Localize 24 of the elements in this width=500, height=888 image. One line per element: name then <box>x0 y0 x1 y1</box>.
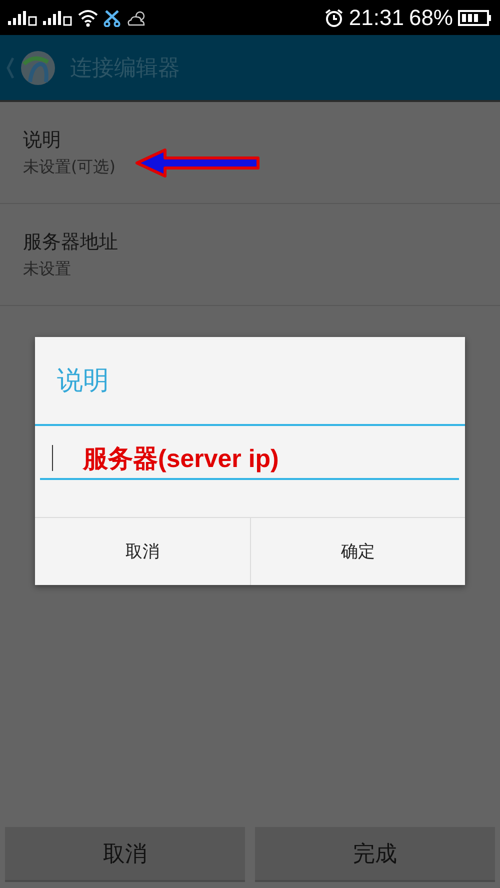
battery-percentage: 68% <box>408 4 453 30</box>
battery-icon <box>458 8 492 26</box>
wifi-icon <box>78 8 98 26</box>
bottom-button[interactable]: 完成 <box>255 827 495 882</box>
dialog-button[interactable]: 取消 <box>35 518 250 585</box>
settings-item[interactable]: 说明 未设置(可选) <box>0 102 500 204</box>
clock-time: 21:31 <box>348 4 404 30</box>
setting-summary: 未设置 <box>23 259 72 280</box>
signal-icon <box>8 10 38 26</box>
scissors-icon <box>103 8 121 26</box>
setting-title: 服务器地址 <box>23 230 118 255</box>
signal-icon <box>43 10 73 26</box>
globe-logo-icon <box>20 50 56 86</box>
dialog-title: 说明 <box>35 337 465 426</box>
input-field[interactable]: 服务器(server ip) <box>40 438 459 480</box>
annotation-text: 服务器(server ip) <box>83 444 279 474</box>
text-cursor <box>52 445 53 471</box>
settings-item[interactable]: 服务器地址 未设置 <box>0 204 500 306</box>
setting-title: 说明 <box>23 128 62 153</box>
dialog-button[interactable]: 确定 <box>250 518 465 585</box>
back-chevron-icon[interactable] <box>6 56 14 78</box>
setting-summary: 未设置(可选) <box>23 157 116 178</box>
bottom-button[interactable]: 取消 <box>5 827 245 882</box>
alarm-clock-icon <box>324 8 344 28</box>
